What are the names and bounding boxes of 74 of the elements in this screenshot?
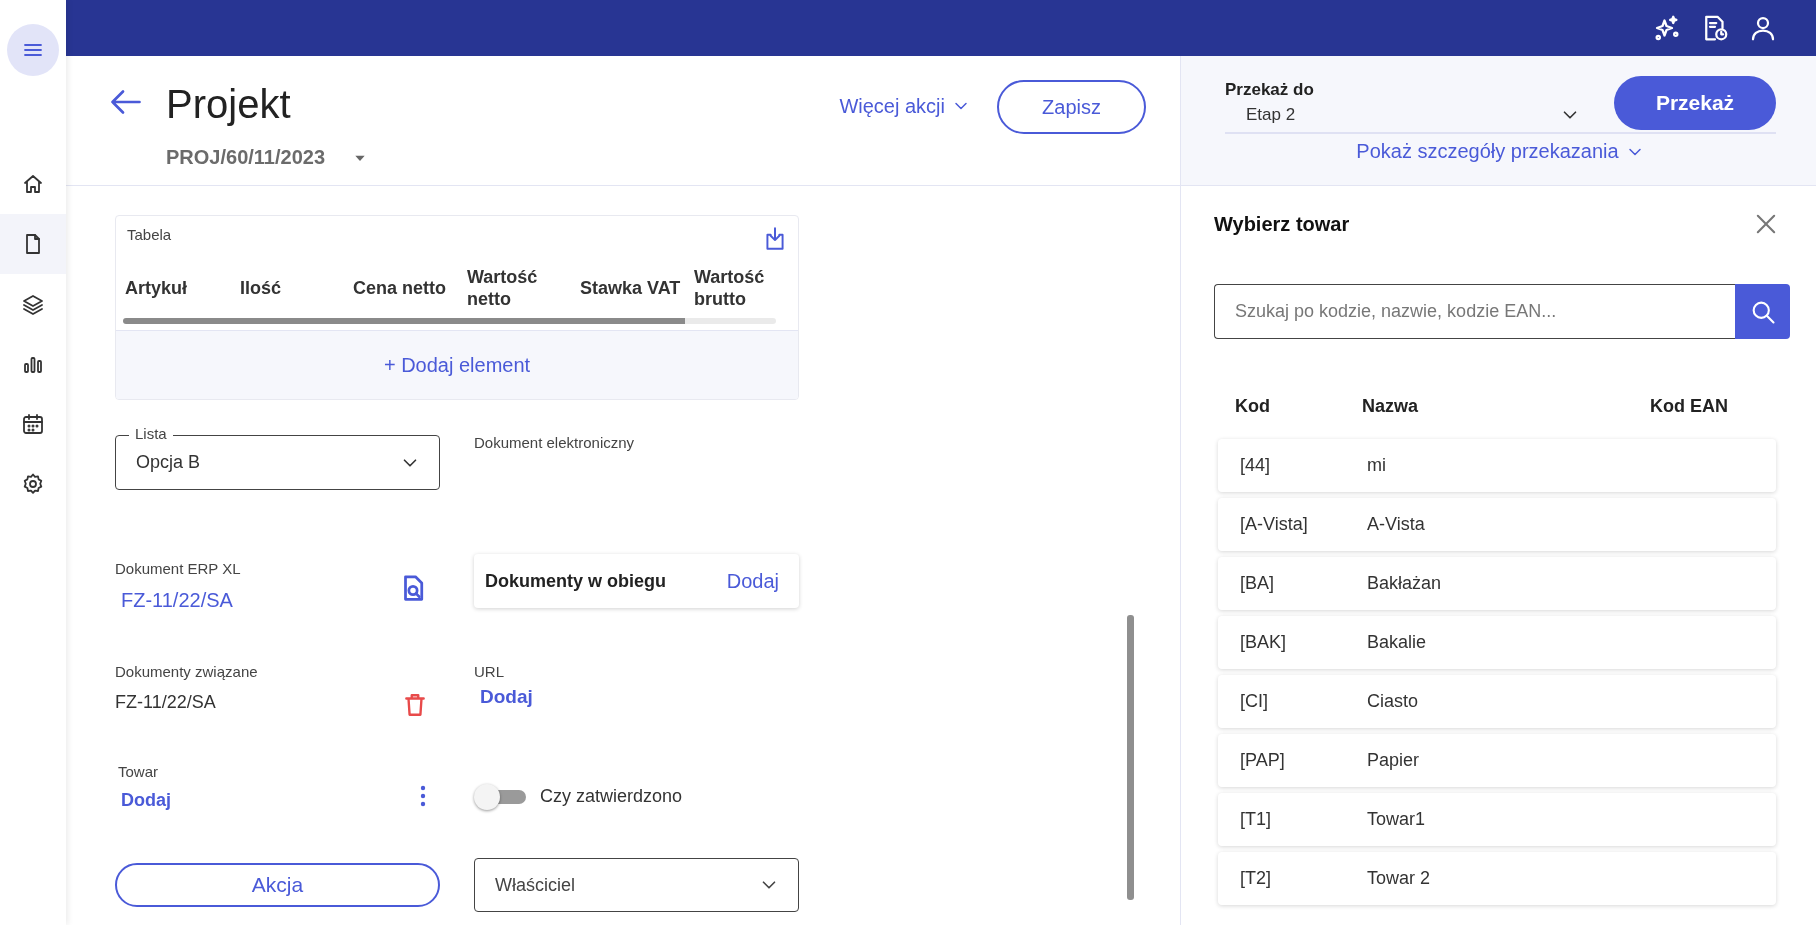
stage-dropdown[interactable]: Etap 2 [1225, 100, 1581, 126]
settings-icon [21, 472, 45, 496]
column-header: Ilość [240, 277, 283, 299]
transfer-button[interactable]: Przekaż [1614, 76, 1776, 130]
vertical-scrollbar[interactable] [1127, 615, 1134, 900]
action-button[interactable]: Akcja [115, 863, 440, 907]
search-button[interactable] [1735, 284, 1790, 339]
item-row[interactable]: [PAP] Papier [1218, 734, 1776, 787]
add-element-link[interactable]: + Dodaj element [383, 353, 531, 377]
add-link[interactable]: Dodaj [720, 569, 779, 593]
field-label: Towar [118, 763, 158, 780]
item-row[interactable]: [BA] Bakłażan [1218, 557, 1776, 610]
item-row[interactable]: [T1] Towar1 [1218, 793, 1776, 846]
field-label: Lista [129, 425, 173, 442]
owner-dropdown[interactable]: Właściciel [474, 858, 799, 912]
column-header: Cena netto [353, 277, 447, 299]
name-cell-text: Ciasto [1367, 691, 1420, 712]
field-label: Przekaż do [1225, 80, 1315, 100]
name-cell-text: Towar 2 [1367, 868, 1432, 889]
name-cell-text: A-Vista [1367, 514, 1426, 535]
field-value: FZ-11/22/SA [115, 692, 216, 713]
name-cell-text: Bakalie [1367, 632, 1428, 653]
code-cell-text: [A-Vista] [1240, 514, 1309, 535]
dropdown-placeholder: Właściciel [495, 874, 575, 896]
sidebar-item[interactable] [0, 214, 66, 274]
code-cell-text: [T2] [1240, 868, 1272, 889]
table-label: Tabela [127, 226, 172, 245]
panel-title: Wybierz towar [1214, 212, 1350, 236]
field-label: Dokumenty związane [115, 663, 258, 680]
column-header: Stawka VAT [580, 277, 682, 299]
code-cell-text: [44] [1240, 455, 1272, 476]
column-header: Kod [1235, 396, 1271, 417]
add-link[interactable]: Dodaj [474, 686, 533, 708]
field-label: Dokument ERP XL [115, 560, 241, 577]
column-header: Wartość netto [467, 266, 539, 310]
toggle-label: Czy zatwierdzono [540, 786, 683, 807]
code-cell-text: [PAP] [1240, 750, 1286, 771]
code-cell-text: [BA] [1240, 573, 1275, 594]
code-cell-text: [CI] [1240, 691, 1269, 712]
card-title: Dokumenty w obiegu [485, 570, 666, 592]
transfer-details-link[interactable]: Pokaż szczegóły przekazania [1356, 140, 1645, 163]
name-cell-text: Towar1 [1367, 809, 1427, 830]
add-link[interactable]: Dodaj [118, 790, 171, 811]
code-cell-text: [T1] [1240, 809, 1272, 830]
calendar-icon [21, 412, 45, 436]
dropdown-value: Etap 2 [1246, 105, 1296, 125]
document-link[interactable]: FZ-11/22/SA [115, 589, 233, 612]
field-label: URL [474, 663, 504, 680]
more-actions-link[interactable]: Więcej akcji [839, 80, 971, 132]
name-cell-text: Bakłażan [1367, 573, 1443, 594]
item-row[interactable]: [BAK] Bakalie [1218, 616, 1776, 669]
name-cell-text: mi [1367, 455, 1387, 476]
toggle-switch[interactable] [474, 783, 526, 810]
item-row[interactable]: [T2] Towar 2 [1218, 852, 1776, 905]
item-row[interactable]: [44] mi [1218, 439, 1776, 492]
code-cell-text: [BAK] [1240, 632, 1288, 653]
home-icon [21, 172, 45, 196]
column-header: Kod EAN [1650, 396, 1729, 417]
page-title: Projekt [166, 81, 292, 128]
layers-icon [21, 292, 45, 316]
name-cell-text: Papier [1367, 750, 1421, 771]
field-label: Dokument elektroniczny [474, 434, 635, 451]
dropdown-value: Opcja B [136, 452, 201, 473]
trash-icon[interactable] [402, 691, 428, 719]
horizontal-scrollbar[interactable] [123, 318, 776, 324]
item-row[interactable]: [A-Vista] A-Vista [1218, 498, 1776, 551]
column-header: Artykuł [125, 277, 188, 299]
menu-button[interactable] [7, 24, 59, 76]
column-header: Nazwa [1362, 396, 1420, 417]
search-field[interactable]: Szukaj po kodzie, nazwie, kodzie EAN... [1214, 284, 1735, 339]
item-row[interactable]: [CI] Ciasto [1218, 675, 1776, 728]
save-button[interactable]: Zapisz [997, 80, 1146, 134]
document-number: PROJ/60/11/2023 [166, 146, 325, 169]
column-header: Wartość brutto [694, 266, 766, 310]
